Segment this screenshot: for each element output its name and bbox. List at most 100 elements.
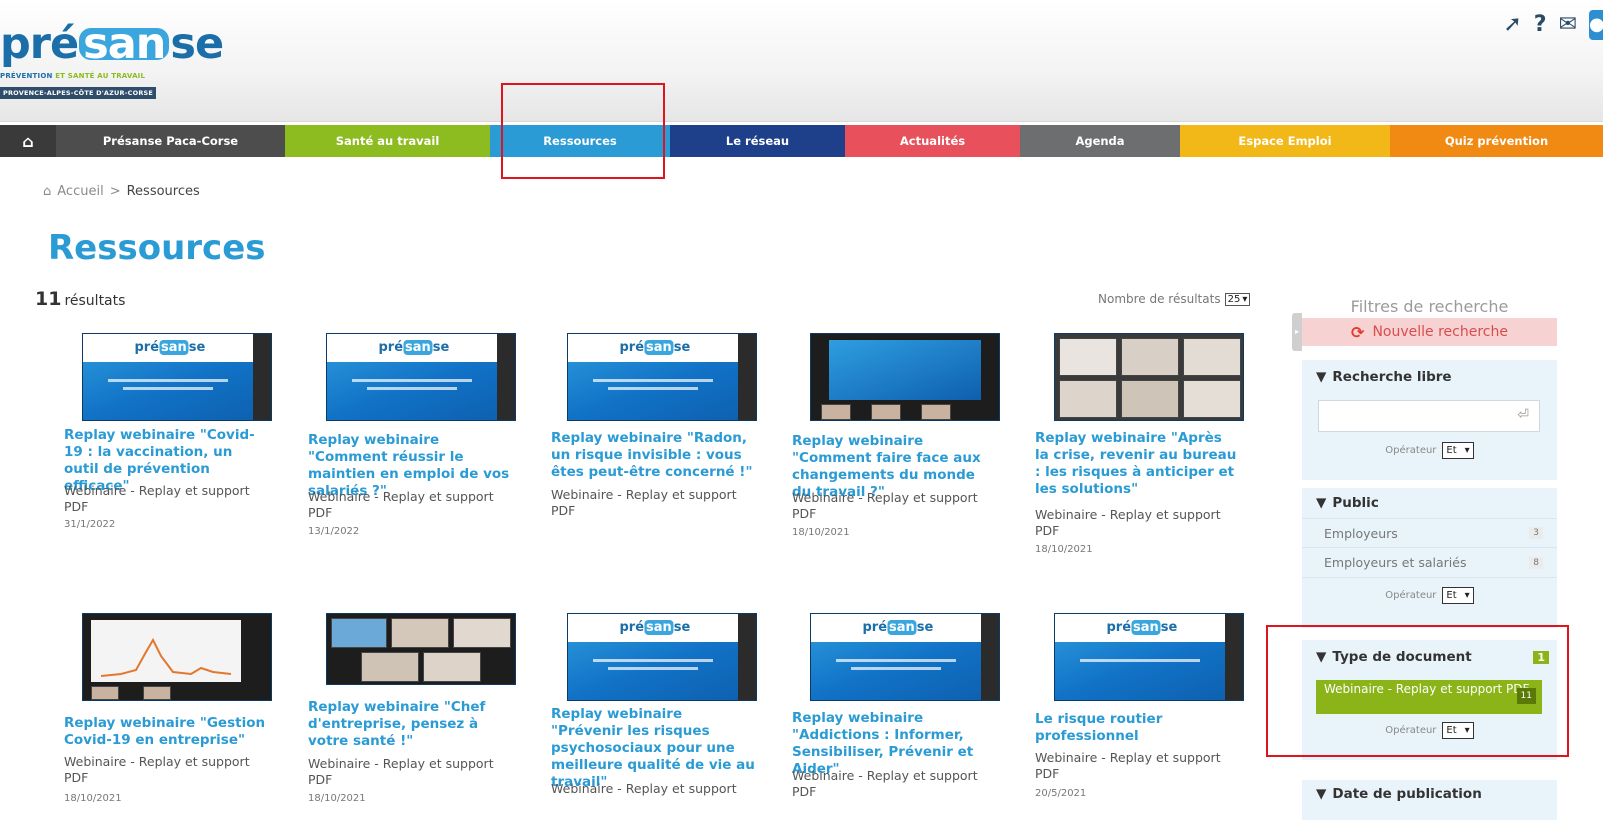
filter-option-count: 11 [1516,688,1536,704]
card-title[interactable]: Replay webinaire "Radon, un risque invis… [551,430,756,481]
operator-control: Opérateur Et ▾ [1302,587,1557,604]
filter-date: ▼ Date de publication [1302,780,1557,820]
logo-tagline: PRÉVENTION ET SANTÉ AU TRAVAIL [0,72,200,80]
card-title[interactable]: Replay webinaire "Après la crise, reveni… [1035,430,1240,498]
card-type: Webinaire - Replay et support PDF [308,489,494,520]
card-type: Webinaire - Replay et support PDF [551,487,737,518]
nav-item-emploi[interactable]: Espace Emploi [1180,125,1390,157]
operator-control: Opérateur Et ▾ [1302,442,1557,459]
card-thumbnail[interactable] [82,613,272,701]
card-thumbnail[interactable] [1054,333,1244,421]
nav-item-reseau[interactable]: Le réseau [670,125,845,157]
nav-item-sante[interactable]: Santé au travail [285,125,490,157]
home-icon[interactable]: ⌂ [0,125,56,157]
main-nav: ⌂ Présanse Paca-Corse Santé au travail R… [0,125,1603,157]
home-icon[interactable]: ⌂ [43,184,51,199]
filter-option-count: 3 [1529,527,1543,539]
sidebar-title: Filtres de recherche [1350,297,1509,316]
new-search-button[interactable]: ⟳ Nouvelle recherche [1302,318,1557,346]
filter-heading[interactable]: ▼ Type de document 1 [1302,640,1557,674]
filter-heading-label: Recherche libre [1332,369,1452,385]
card-date: 18/10/2021 [792,527,850,538]
card-date: 18/10/2021 [1035,544,1093,555]
card-type: Webinaire - Replay et support PDF [64,754,250,785]
operator-select[interactable]: Et ▾ [1442,722,1474,739]
result-label: résultats [64,293,126,309]
card-date: 18/10/2021 [64,793,122,804]
card-date: 20/5/2021 [1035,788,1087,799]
filter-active-badge: 1 [1533,650,1549,664]
card-type: Webinaire - Replay et support PDF [1035,750,1221,781]
page-title: Ressources [48,228,266,268]
filter-heading[interactable]: ▼ Date de publication [1302,780,1557,808]
send-icon[interactable]: ➚ [1503,13,1521,37]
card-thumbnail[interactable] [810,333,1000,421]
card-title[interactable]: Replay webinaire "Chef d'entreprise, pen… [308,699,513,750]
nav-item-ressources[interactable]: Ressources [490,125,670,157]
breadcrumb-home[interactable]: Accueil [57,184,103,199]
mail-icon[interactable]: ✉ [1559,13,1577,37]
nav-item-presanse[interactable]: Présanse Paca-Corse [56,125,285,157]
operator-label: Opérateur [1385,445,1437,456]
card-title[interactable]: Le risque routier professionnel [1035,711,1240,745]
card-thumbnail[interactable]: pré san se [567,333,757,421]
card-thumbnail[interactable] [326,613,516,685]
enter-icon[interactable]: ⏎ [1517,407,1529,423]
free-search-input[interactable]: ⏎ [1318,400,1540,432]
filter-option-count: 8 [1529,556,1543,569]
card-type: Webinaire - Replay et support PDF [308,756,494,787]
chevron-down-icon: ▾ [1242,293,1248,305]
operator-select[interactable]: Et ▾ [1442,442,1474,459]
chevron-down-icon: ▾ [1464,590,1470,601]
per-page-label: Nombre de résultats [1098,292,1221,306]
chevron-down-icon: ▾ [1464,725,1470,736]
help-icon[interactable]: ? [1534,13,1547,37]
per-page-select[interactable]: 25 ▾ [1224,292,1251,306]
card-title[interactable]: Replay webinaire "Gestion Covid-19 en en… [64,715,269,749]
operator-select[interactable]: Et ▾ [1442,587,1474,604]
filter-free-search: ▼ Recherche libre ⏎ Opérateur Et ▾ [1302,360,1557,480]
user-icon[interactable]: ● [1589,10,1603,40]
sidebar-toggle[interactable]: ▸ [1292,313,1302,351]
breadcrumb-separator: > [109,184,121,199]
filter-public: ▼ Public Employeurs 3 Employeurs et salari… [1302,488,1557,628]
per-page-control: Nombre de résultats 25 ▾ [1098,292,1251,306]
triangle-down-icon: ▼ [1316,649,1327,665]
top-icons: ➚ ? ✉ ● [1503,10,1603,40]
filter-option-label: Webinaire - Replay et support PDF [1324,682,1530,696]
triangle-down-icon: ▼ [1316,786,1327,802]
card-date: 18/10/2021 [308,793,366,804]
operator-value: Et [1446,590,1457,601]
card-thumbnail[interactable]: pré san se [326,333,516,421]
filter-doc-type: ▼ Type de document 1 Webinaire - Replay et… [1302,640,1557,760]
card-thumbnail[interactable]: pré san se [1054,613,1244,701]
filter-option-active[interactable]: Webinaire - Replay et support PDF 11 [1316,680,1542,714]
card-type: Webinaire - Replay et support PDF [1035,507,1221,538]
filter-option-label: Employeurs [1324,525,1398,541]
breadcrumb: ⌂ Accueil > Ressources [43,184,200,199]
filter-option[interactable]: Employeurs et salariés 8 [1302,548,1557,578]
filter-heading[interactable]: ▼ Recherche libre [1302,360,1557,394]
filter-heading[interactable]: ▼ Public [1302,488,1557,518]
nav-item-agenda[interactable]: Agenda [1020,125,1180,157]
card-title[interactable]: Replay webinaire "Prévenir les risques p… [551,706,756,791]
filter-heading-label: Public [1332,495,1379,511]
presanse-logo[interactable]: pré san se PRÉVENTION ET SANTÉ AU TRAVAIL … [0,19,224,99]
nav-item-actualites[interactable]: Actualités [845,125,1020,157]
card-type: Webinaire - Replay et support PDF [792,490,978,521]
logo-part-san: san [79,23,170,66]
nav-item-quiz[interactable]: Quiz prévention [1390,125,1603,157]
filter-option[interactable]: Employeurs 3 [1302,518,1557,548]
card-thumbnail[interactable]: pré san se [567,613,757,701]
card-thumbnail[interactable]: pré san se [810,613,1000,701]
filter-option-label: Employeurs et salariés [1324,555,1467,570]
logo-wordmark: pré san se [0,19,224,69]
logo-part-pre: pré [0,19,79,69]
per-page-value: 25 [1227,293,1241,305]
card-type: Webinaire - Replay et support PDF [64,483,250,514]
logo-tagline-b: ET SANTÉ AU TRAVAIL [55,72,146,80]
triangle-down-icon: ▼ [1316,495,1327,511]
filter-heading-label: Type de document [1332,649,1472,665]
card-date: 13/1/2022 [308,526,360,537]
card-thumbnail[interactable]: pré san se [82,333,272,421]
